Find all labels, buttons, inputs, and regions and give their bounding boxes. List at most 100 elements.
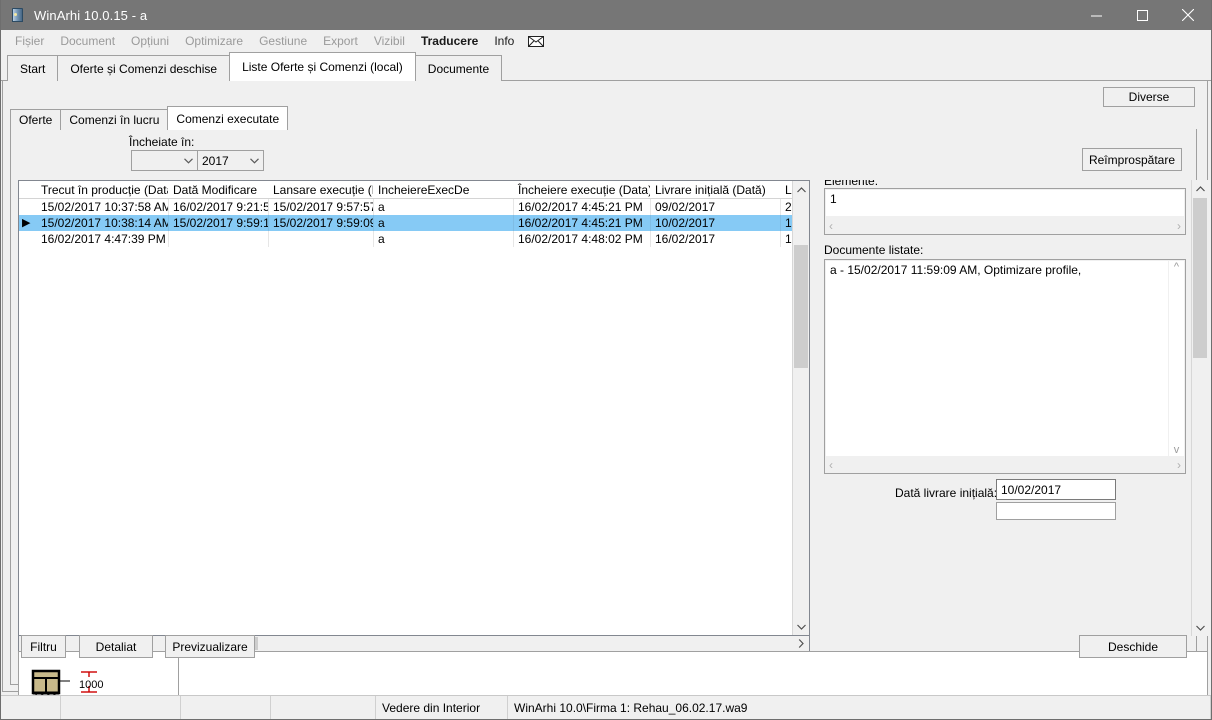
row-selector-icon: ▶ (22, 217, 30, 229)
cell-livrare-initiala: 10/02/2017 (651, 215, 781, 231)
filter-controls: 2017 (131, 150, 264, 171)
scrollbar-thumb[interactable] (794, 245, 808, 368)
preview-button[interactable]: Previzualizare (165, 635, 255, 658)
column-header-livrare-initiala[interactable]: Livrare inițială (Dată) (651, 181, 781, 198)
detailed-button-label: Detaliat (96, 640, 137, 654)
cell-incheiere-exec-de: a (374, 215, 514, 231)
table-row[interactable]: 15/02/2017 10:37:58 AM 16/02/2017 9:21:5… (19, 199, 809, 215)
action-button-row: Filtru Detaliat Previzualizare Deschide (3, 635, 1207, 661)
tab-label: Documente (428, 62, 489, 76)
column-header-incheiere-executie[interactable]: Încheiere execuție (Data) (514, 181, 651, 198)
chevron-down-icon[interactable]: v (1174, 444, 1180, 456)
app-icon (10, 7, 26, 23)
column-header-trecut-productie[interactable]: Trecut în producție (Data) (19, 181, 169, 198)
status-cell-4 (271, 696, 376, 719)
cell-lansare-executie: 15/02/2017 9:57:57 / (269, 199, 374, 215)
tab-comenzi-in-lucru[interactable]: Comenzi în lucru (60, 109, 168, 130)
table-row[interactable]: ▶ 15/02/2017 10:38:14 AM 15/02/2017 9:59… (19, 215, 809, 231)
tab-oferte[interactable]: Oferte (10, 109, 61, 130)
delivery-date-secondary[interactable] (996, 502, 1116, 520)
chevron-left-icon[interactable]: ‹ (829, 458, 833, 472)
refresh-button[interactable]: Reîmprospătare (1082, 148, 1182, 171)
cell-data-modificare (169, 231, 269, 247)
scrollbar-thumb[interactable] (1193, 198, 1207, 358)
minimize-icon[interactable] (1073, 0, 1119, 30)
page-body: Diverse Oferte Comenzi în lucru Comenzi … (1, 81, 1211, 719)
tab-label: Liste Oferte și Comenzi (local) (242, 60, 403, 74)
menu-item-gestiune[interactable]: Gestiune (251, 32, 315, 50)
sub-tab-strip: Oferte Comenzi în lucru Comenzi executat… (10, 106, 1197, 130)
documents-vscrollbar[interactable]: ^ v (1169, 261, 1184, 456)
menu-item-vizibil[interactable]: Vizibil (366, 32, 413, 50)
status-cell-2 (61, 696, 181, 719)
column-header-lansare-executie[interactable]: Lansare execuție (Da (269, 181, 374, 198)
documents-hscrollbar[interactable]: ‹ › (826, 457, 1184, 472)
window-controls (1073, 0, 1211, 30)
status-view-mode: Vedere din Interior (376, 696, 508, 719)
chevron-up-icon[interactable] (793, 181, 809, 198)
delivery-date-input[interactable] (996, 479, 1116, 500)
details-panel-scrollbar[interactable] (1191, 180, 1208, 636)
cell-incheiere-exec-de: a (374, 231, 514, 247)
dimension-vertical-label: 1000 (79, 679, 103, 691)
year-select[interactable]: 2017 (197, 150, 264, 171)
status-file-path: WinArhi 10.0\Firma 1: Rehau_06.02.17.wa9 (508, 696, 1211, 719)
table-row[interactable]: 16/02/2017 4:47:39 PM a 16/02/2017 4:48:… (19, 231, 809, 247)
menu-item-export[interactable]: Export (315, 32, 366, 50)
cell-incheiere-executie: 16/02/2017 4:45:21 PM (514, 199, 651, 215)
chevron-up-icon[interactable] (1192, 180, 1208, 197)
cell-lansare-executie: 15/02/2017 9:59:09 / (269, 215, 374, 231)
window-title: WinArhi 10.0.15 - a (34, 8, 147, 23)
chevron-down-icon[interactable] (793, 618, 809, 635)
elements-box[interactable]: 1 ‹ › (824, 188, 1186, 235)
chevron-down-icon (246, 158, 263, 164)
cell-incheiere-executie: 16/02/2017 4:48:02 PM (514, 231, 651, 247)
documents-label: Documente listate: (824, 243, 923, 257)
documents-value: a - 15/02/2017 11:59:09 AM, Optimizare p… (826, 261, 1168, 456)
refresh-label: Reîmprospătare (1089, 153, 1175, 167)
cell-trecut-productie: 16/02/2017 4:47:39 PM (19, 231, 169, 247)
menu-item-traducere[interactable]: Traducere (413, 32, 486, 50)
grid-vertical-scrollbar[interactable] (792, 181, 809, 635)
elements-label: Elemente: (824, 180, 878, 188)
chevron-left-icon[interactable]: ‹ (829, 219, 833, 233)
main-tab-strip: Start Oferte și Comenzi deschise Liste O… (1, 52, 1211, 81)
cell-incheiere-executie: 16/02/2017 4:45:21 PM (514, 215, 651, 231)
grid-body: 15/02/2017 10:37:58 AM 16/02/2017 9:21:5… (19, 199, 809, 635)
details-content: Elemente: 1 ‹ › Documente listate: a - 1… (816, 180, 1191, 636)
menu-item-document[interactable]: Document (52, 32, 123, 50)
elements-hscrollbar[interactable]: ‹ › (826, 218, 1184, 233)
chevron-down-icon[interactable] (1192, 619, 1208, 636)
open-button-label: Deschide (1108, 640, 1158, 654)
tab-label: Comenzi executate (176, 112, 279, 126)
delivery-date-label: Dată livrare inițială: (895, 486, 997, 500)
tab-liste-oferte-comenzi[interactable]: Liste Oferte și Comenzi (local) (229, 52, 416, 81)
maximize-icon[interactable] (1119, 0, 1165, 30)
menu-item-info[interactable]: Info (486, 32, 522, 50)
tab-comenzi-executate[interactable]: Comenzi executate (167, 106, 288, 130)
orders-grid[interactable]: Trecut în producție (Data) Dată Modifica… (18, 180, 810, 636)
menu-item-optiuni[interactable]: Opțiuni (123, 32, 177, 50)
column-header-data-modificare[interactable]: Dată Modificare (169, 181, 269, 198)
cell-incheiere-exec-de: a (374, 199, 514, 215)
chevron-right-icon[interactable]: › (1177, 219, 1181, 233)
detailed-button[interactable]: Detaliat (79, 635, 153, 658)
menu-item-fisier[interactable]: Fișier (7, 32, 52, 50)
envelope-icon[interactable] (522, 34, 550, 49)
open-button[interactable]: Deschide (1079, 635, 1187, 658)
column-header-incheiere-exec-de[interactable]: IncheiereExecDe (374, 181, 514, 198)
tab-documente[interactable]: Documente (415, 55, 502, 81)
content-panel: Încheiate în: 2017 (10, 129, 1197, 685)
filter-button[interactable]: Filtru (21, 635, 66, 658)
title-bar: WinArhi 10.0.15 - a (1, 0, 1211, 30)
tab-oferte-comenzi-deschise[interactable]: Oferte și Comenzi deschise (57, 55, 230, 81)
menu-item-optimizare[interactable]: Optimizare (177, 32, 251, 50)
status-bar: Vedere din Interior WinArhi 10.0\Firma 1… (1, 695, 1211, 719)
month-select[interactable] (131, 150, 198, 171)
close-icon[interactable] (1165, 0, 1211, 30)
diverse-button[interactable]: Diverse (1103, 87, 1195, 107)
documents-box[interactable]: a - 15/02/2017 11:59:09 AM, Optimizare p… (824, 259, 1186, 474)
chevron-right-icon[interactable]: › (1177, 458, 1181, 472)
tab-start[interactable]: Start (7, 55, 58, 81)
chevron-up-icon[interactable]: ^ (1174, 261, 1179, 273)
